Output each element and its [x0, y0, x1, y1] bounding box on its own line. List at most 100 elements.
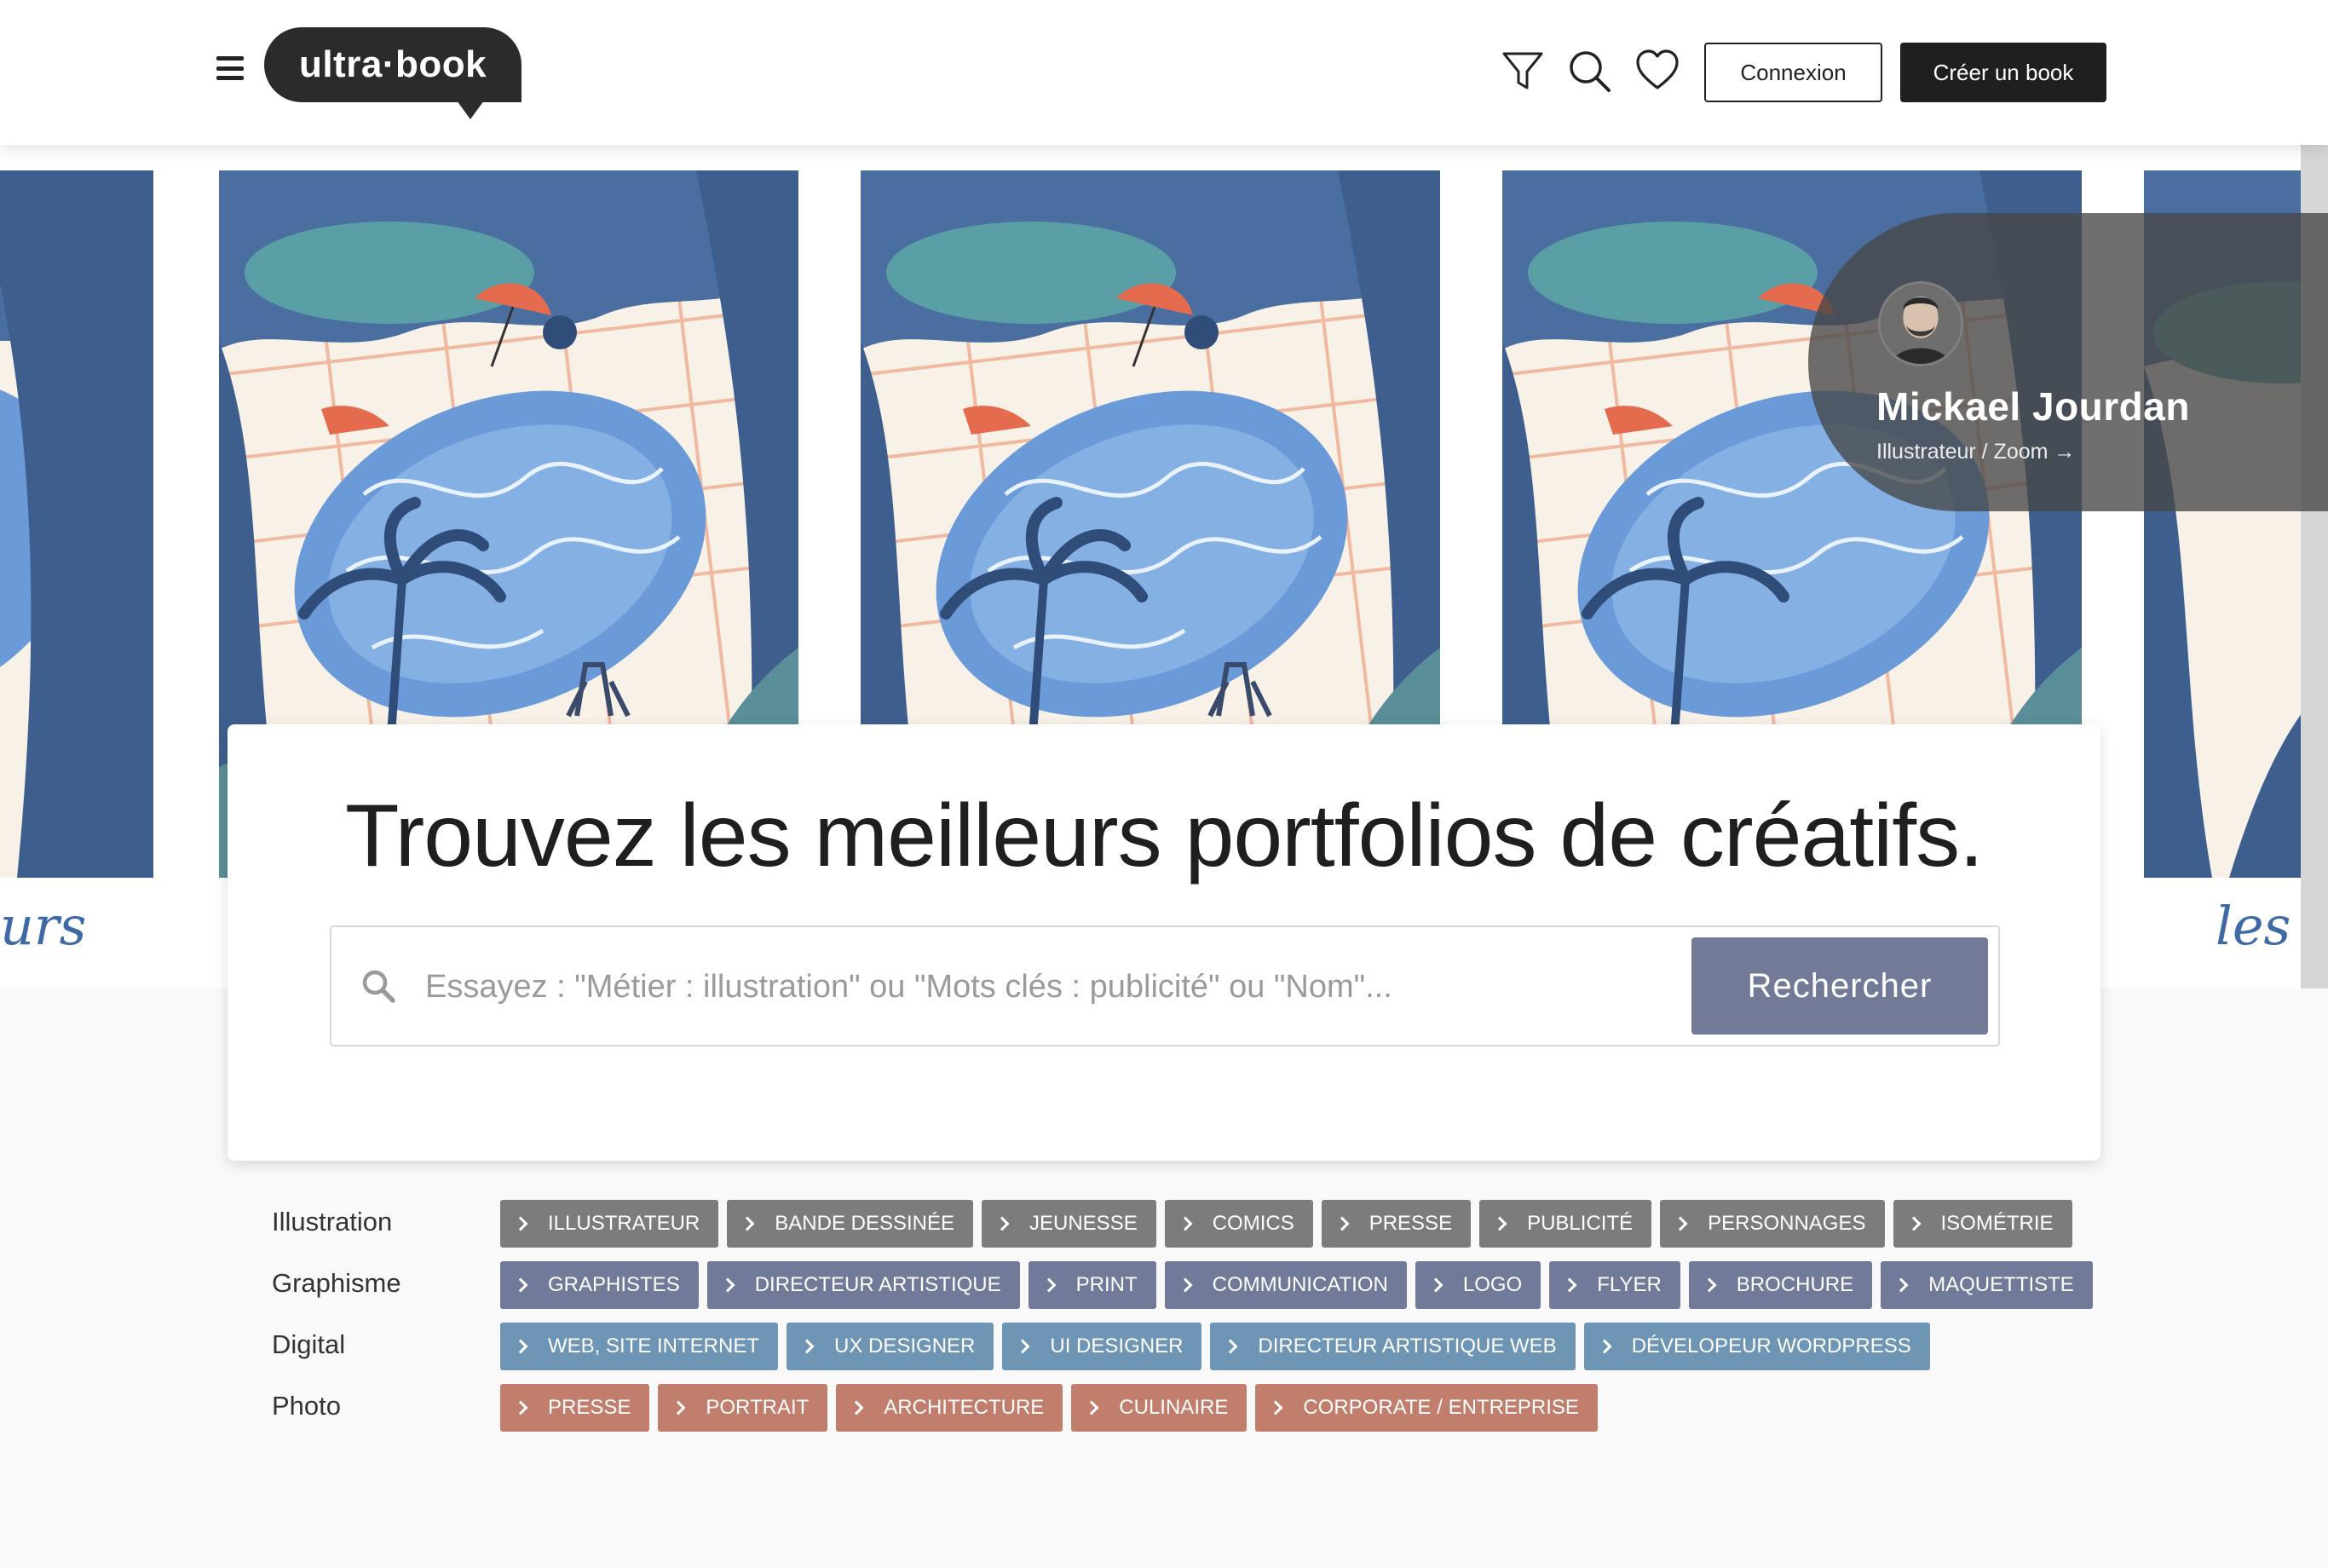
category-label-digital[interactable]: Digital	[272, 1329, 345, 1360]
tag-chip[interactable]: FLYER	[1549, 1261, 1680, 1309]
chevron-right-icon	[1223, 1339, 1238, 1354]
tag-label: UI DESIGNER	[1050, 1335, 1184, 1358]
chevron-right-icon	[994, 1216, 1010, 1231]
tag-label: UX DESIGNER	[834, 1335, 976, 1358]
tag-list-digital: WEB, SITE INTERNET UX DESIGNER UI DESIGNER…	[500, 1323, 1930, 1370]
tag-chip[interactable]: WEB, SITE INTERNET	[500, 1323, 779, 1370]
artist-name[interactable]: Mickael Jourdan	[1876, 383, 2190, 429]
menu-icon[interactable]	[216, 56, 244, 80]
tag-label: BANDE DESSINÉE	[775, 1212, 954, 1235]
tag-chip[interactable]: PORTRAIT	[658, 1384, 828, 1432]
tag-label: PERSONNAGES	[1708, 1212, 1866, 1235]
chevron-right-icon	[513, 1277, 528, 1293]
tag-label: DIRECTEUR ARTISTIQUE WEB	[1258, 1335, 1557, 1358]
chevron-right-icon	[513, 1339, 528, 1354]
chevron-right-icon	[799, 1339, 815, 1354]
tag-label: PUBLICITÉ	[1527, 1212, 1634, 1235]
tag-chip[interactable]: PRINT	[1028, 1261, 1156, 1309]
featured-artist-card[interactable]: Mickael Jourdan Illustrateur / Zoom →	[1808, 213, 2328, 511]
tag-chip[interactable]: GRAPHISTES	[500, 1261, 699, 1309]
search-button[interactable]: Rechercher	[1691, 937, 1988, 1035]
tag-label: GRAPHISTES	[548, 1273, 680, 1296]
chevron-right-icon	[513, 1400, 528, 1415]
tag-label: DÉVELOPEUR WORDPRESS	[1631, 1335, 1911, 1358]
tag-label: PRINT	[1075, 1273, 1138, 1296]
script-word-right: les	[2216, 895, 2291, 957]
chevron-right-icon	[1562, 1277, 1577, 1293]
chevron-right-icon	[1893, 1277, 1909, 1293]
tag-chip[interactable]: BROCHURE	[1688, 1261, 1873, 1309]
tag-label: LOGO	[1462, 1273, 1523, 1296]
chevron-right-icon	[849, 1400, 864, 1415]
tag-chip[interactable]: DIRECTEUR ARTISTIQUE	[706, 1261, 1020, 1309]
chevron-right-icon	[1597, 1339, 1612, 1354]
chevron-right-icon	[1906, 1216, 1921, 1231]
chevron-right-icon	[1492, 1216, 1507, 1231]
illustration-panel	[0, 170, 153, 878]
create-book-button[interactable]: Créer un book	[1900, 43, 2106, 102]
tag-label: ILLUSTRATEUR	[548, 1212, 700, 1235]
tag-chip[interactable]: PERSONNAGES	[1660, 1200, 1885, 1248]
tag-label: ARCHITECTURE	[884, 1396, 1045, 1419]
page-title: Trouvez les meilleurs portfolios de créa…	[344, 787, 1984, 885]
chevron-right-icon	[740, 1216, 755, 1231]
search-input[interactable]	[425, 958, 1686, 1016]
chevron-right-icon	[1428, 1277, 1443, 1293]
tag-chip[interactable]: JEUNESSE	[982, 1200, 1156, 1248]
search-icon[interactable]	[1566, 48, 1612, 94]
tag-chip[interactable]: COMMUNICATION	[1164, 1261, 1407, 1309]
artist-role-link[interactable]: Illustrateur / Zoom →	[1876, 440, 2075, 464]
login-button[interactable]: Connexion	[1704, 43, 1882, 102]
search-field-icon	[360, 968, 396, 1004]
search-box: Rechercher	[330, 925, 2000, 1046]
tag-label: COMICS	[1212, 1212, 1294, 1235]
tag-chip[interactable]: LOGO	[1415, 1261, 1541, 1309]
tag-chip[interactable]: PRESSE	[500, 1384, 650, 1432]
tag-chip[interactable]: MAQUETTISTE	[1881, 1261, 2093, 1309]
tag-chip[interactable]: ILLUSTRATEUR	[500, 1200, 719, 1248]
tag-label: DIRECTEUR ARTISTIQUE	[754, 1273, 1001, 1296]
tag-list-illustration: ILLUSTRATEUR BANDE DESSINÉE JEUNESSE COMICS…	[500, 1200, 2072, 1248]
avatar[interactable]	[1878, 281, 1963, 366]
chevron-right-icon	[1334, 1216, 1350, 1231]
tag-label: PRESSE	[1369, 1212, 1453, 1235]
tag-chip[interactable]: ARCHITECTURE	[836, 1384, 1063, 1432]
chevron-right-icon	[513, 1216, 528, 1231]
chevron-right-icon	[1702, 1277, 1717, 1293]
pool-illustration-image	[0, 170, 153, 878]
category-label-illustration[interactable]: Illustration	[272, 1207, 392, 1237]
tag-label: PORTRAIT	[706, 1396, 810, 1419]
tag-chip[interactable]: PRESSE	[1321, 1200, 1472, 1248]
tag-label: FLYER	[1597, 1273, 1662, 1296]
tag-chip[interactable]: PUBLICITÉ	[1479, 1200, 1652, 1248]
tag-chip[interactable]: COMICS	[1164, 1200, 1313, 1248]
tag-chip[interactable]: UX DESIGNER	[787, 1323, 994, 1370]
tag-chip[interactable]: CORPORATE / ENTREPRISE	[1255, 1384, 1598, 1432]
filter-icon[interactable]	[1500, 48, 1546, 94]
site-logo[interactable]: ultra·book	[264, 27, 521, 119]
tag-label: ISOMÉTRIE	[1940, 1212, 2054, 1235]
chevron-right-icon	[720, 1277, 735, 1293]
tag-label: MAQUETTISTE	[1928, 1273, 2074, 1296]
heart-icon[interactable]	[1634, 48, 1680, 94]
tag-chip[interactable]: DÉVELOPEUR WORDPRESS	[1583, 1323, 1930, 1370]
tag-label: BROCHURE	[1736, 1273, 1854, 1296]
chevron-right-icon	[1178, 1277, 1193, 1293]
top-header: ultra·book Connexion Créer un book	[0, 0, 2328, 145]
tag-chip[interactable]: ISOMÉTRIE	[1893, 1200, 2072, 1248]
category-label-photo[interactable]: Photo	[272, 1391, 341, 1421]
tag-chip[interactable]: CULINAIRE	[1071, 1384, 1248, 1432]
tag-label: COMMUNICATION	[1212, 1273, 1388, 1296]
tag-label: WEB, SITE INTERNET	[548, 1335, 760, 1358]
chevron-right-icon	[1041, 1277, 1057, 1293]
script-word-left: urs	[0, 895, 87, 957]
tag-label: JEUNESSE	[1029, 1212, 1138, 1235]
category-label-graphisme[interactable]: Graphisme	[272, 1268, 401, 1299]
chevron-right-icon	[1268, 1400, 1283, 1415]
search-card: Trouvez les meilleurs portfolios de créa…	[228, 724, 2100, 1161]
chevron-right-icon	[1084, 1400, 1099, 1415]
tag-chip[interactable]: UI DESIGNER	[1002, 1323, 1202, 1370]
tag-chip[interactable]: BANDE DESSINÉE	[727, 1200, 973, 1248]
tag-chip[interactable]: DIRECTEUR ARTISTIQUE WEB	[1210, 1323, 1576, 1370]
tag-label: CORPORATE / ENTREPRISE	[1303, 1396, 1579, 1419]
